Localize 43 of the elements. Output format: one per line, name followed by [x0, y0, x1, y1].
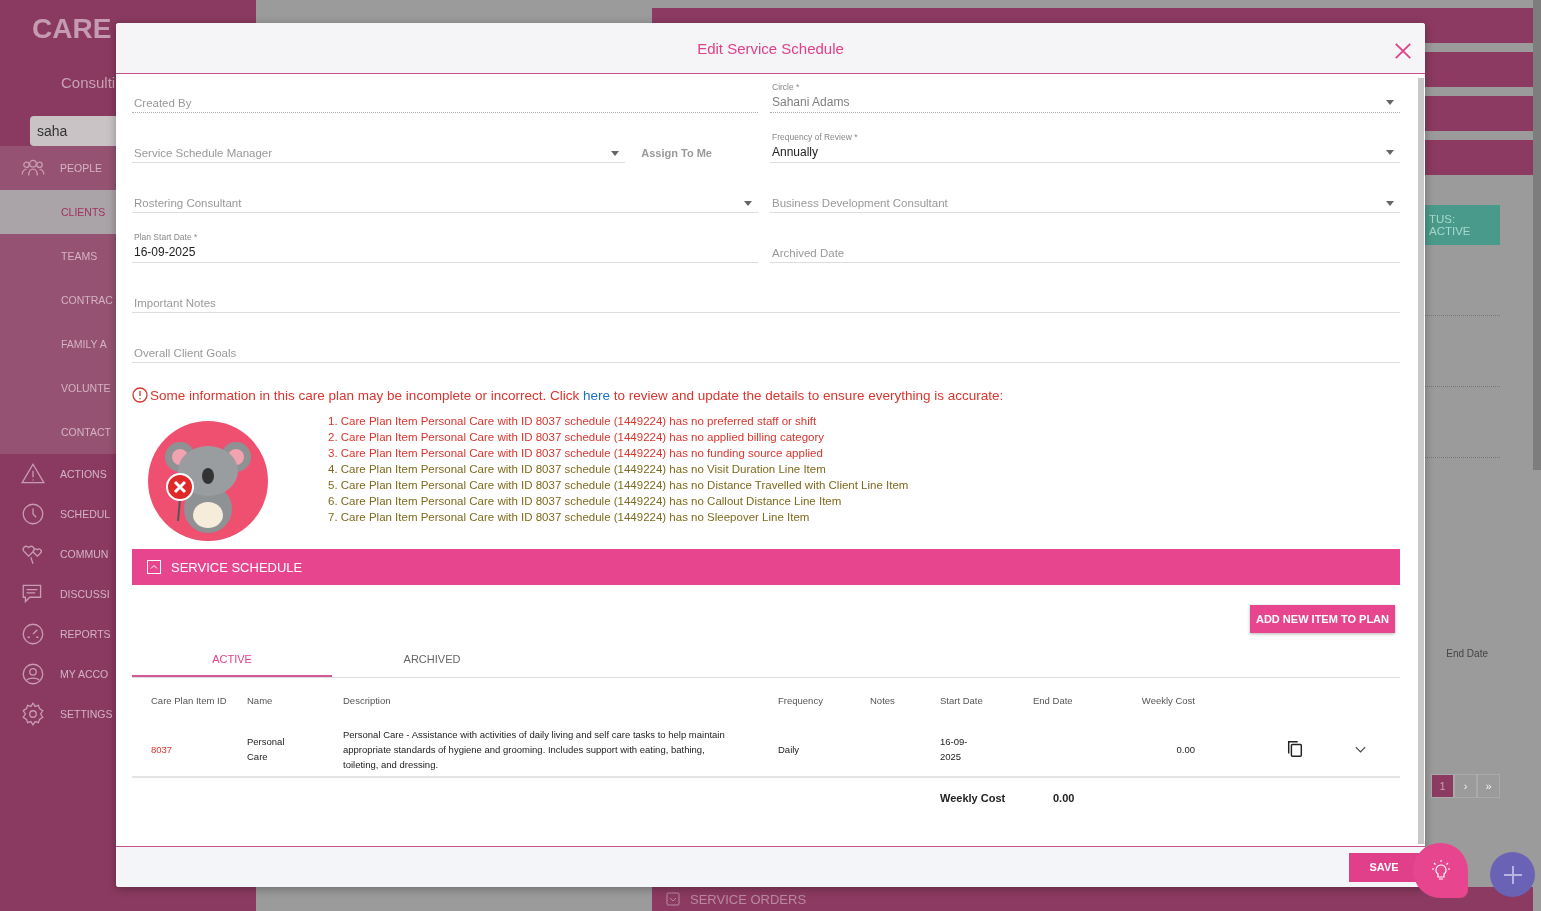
placeholder-text: Archived Date — [772, 247, 845, 259]
column-header: Start Date — [940, 694, 984, 706]
field-value: Annually — [772, 145, 819, 159]
placeholder-text: Important Notes — [134, 297, 216, 309]
field-value: Sahani Adams — [772, 95, 850, 109]
issue-item: 6. Care Plan Item Personal Care with ID 8037 schedule (1449224) has no Callout Distance Line Item — [328, 494, 843, 509]
issue-item: 3. Care Plan Item Personal Care with ID 8037 schedule (1449224) has no funding source applied — [328, 446, 824, 461]
table-cell-text: 0.00 — [1175, 742, 1195, 757]
issue-item: 7. Care Plan Item Personal Care with ID 8037 schedule (1449224) has no Sleepover Line Item — [328, 510, 811, 525]
section-title: SERVICE ORDERS — [690, 891, 807, 907]
column-header: Notes — [870, 694, 896, 706]
placeholder-text: Business Development Consultant — [772, 197, 948, 209]
column-header: Frequency — [778, 694, 824, 706]
field-label: Frequency of Review * — [772, 132, 859, 142]
field-label: Circle * — [772, 82, 801, 92]
column-header: End Date — [1033, 694, 1074, 706]
total-value: 0.00 — [1052, 792, 1076, 804]
issue-item: 4. Care Plan Item Personal Care with ID 8037 schedule (1449224) has no Visit Duration Line Item — [328, 462, 827, 477]
issue-item: 1. Care Plan Item Personal Care with ID 8037 schedule (1449224) has no preferred staff or shift — [328, 414, 818, 429]
column-header: Weekly Cost — [1140, 694, 1195, 706]
warning-message: Some information in this care plan may be incomplete or incorrect. Click here to review and update the details to ensure everything is accurate: — [150, 387, 1004, 403]
placeholder-text: Rostering Consultant — [134, 197, 242, 209]
table-cell-text: 16-09-2025 — [940, 735, 969, 764]
status-badge: TUS: ACTIVE — [1425, 205, 1500, 245]
logo-text: CARE — [32, 12, 113, 46]
field-value: 16-09-2025 — [134, 245, 196, 259]
table-cell-text: Personal Care — [247, 735, 286, 764]
column-header: Care Plan Item ID — [151, 694, 228, 706]
column-header: Name — [247, 694, 274, 706]
table-cell-text: Daily — [778, 742, 801, 757]
placeholder-text: Created By — [134, 97, 192, 109]
issue-item: 5. Care Plan Item Personal Care with ID 8037 schedule (1449224) has no Distance Travelled with Client Line Item — [328, 478, 909, 493]
table-cell-text: Personal Care - Assistance with activities of daily living and self care tasks to help maintain appropriate standards of hygiene and grooming. Includes support with eating, bathing, toileting, and dressing. — [343, 727, 726, 772]
subtitle-text: Consulti — [61, 74, 117, 91]
section-title: SERVICE SCHEDULE — [171, 559, 303, 575]
column-header: End Date — [1446, 648, 1488, 659]
issue-item: 2. Care Plan Item Personal Care with ID 8037 schedule (1449224) has no applied billing category — [328, 430, 826, 445]
placeholder-text: Overall Client Goals — [134, 347, 237, 359]
dialog-title: Edit Service Schedule — [697, 39, 844, 57]
placeholder-text: Service Schedule Manager — [134, 147, 273, 159]
column-header: Description — [343, 694, 392, 706]
total-label: Weekly Cost — [940, 792, 1007, 804]
field-label: Plan Start Date * — [134, 232, 199, 242]
